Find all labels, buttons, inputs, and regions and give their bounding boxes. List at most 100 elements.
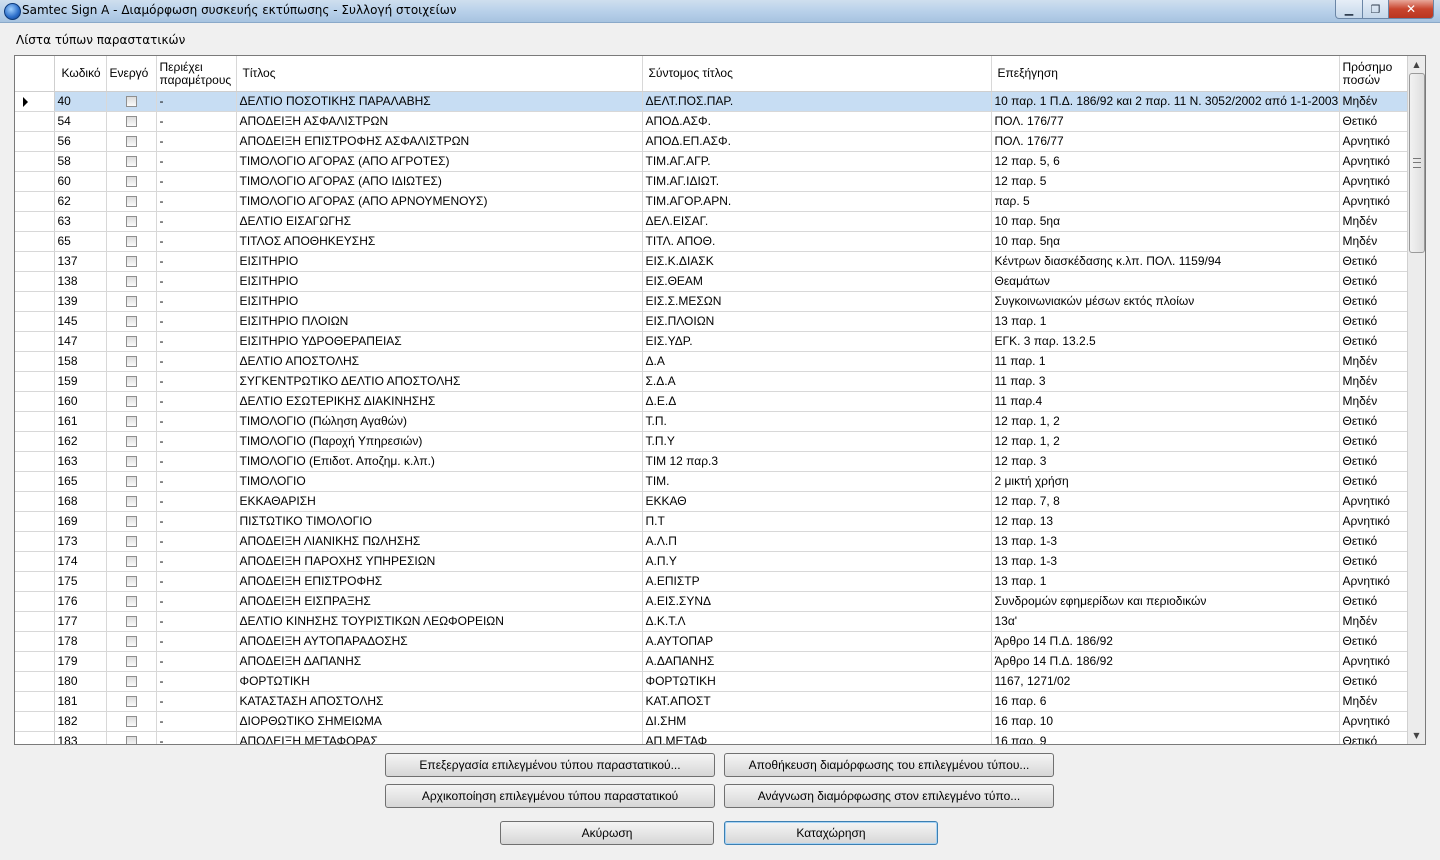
cell-code[interactable]: 177 xyxy=(54,611,107,632)
cell-title[interactable]: ΤΙΜΟΛΟΓΙΟ ΑΓΟΡΑΣ (ΑΠΟ ΑΡΝΟΥΜΕΝΟΥΣ) xyxy=(236,191,643,212)
active-checkbox[interactable] xyxy=(125,476,137,488)
cell-code[interactable]: 182 xyxy=(54,711,107,732)
active-checkbox[interactable] xyxy=(125,456,137,468)
table-row[interactable]: 175 - ΑΠΟΔΕΙΞΗ ΕΠΙΣΤΡΟΦΗΣ Α.ΕΠΙΣΤΡ 13 παρ. 1… xyxy=(15,571,1408,592)
cell-explanation[interactable]: 13 παρ. 1-3 xyxy=(991,551,1340,572)
close-button[interactable]: ✕ xyxy=(1389,0,1434,19)
cell-title[interactable]: ΕΙΣΙΤΗΡΙΟ xyxy=(236,251,643,272)
cell-active[interactable] xyxy=(106,331,157,352)
cell-params[interactable]: - xyxy=(156,491,237,512)
cell-short-title[interactable]: Α.ΕΠΙΣΤΡ xyxy=(642,571,992,592)
row-header-cell[interactable] xyxy=(15,431,55,452)
cell-title[interactable]: ΤΙΜΟΛΟΓΙΟ ΑΓΟΡΑΣ (ΑΠΟ ΙΔΙΩΤΕΣ) xyxy=(236,171,643,192)
active-checkbox[interactable] xyxy=(125,396,137,408)
cell-explanation[interactable]: 16 παρ. 9 xyxy=(991,731,1340,744)
row-header-cell[interactable] xyxy=(15,611,55,632)
cell-params[interactable]: - xyxy=(156,531,237,552)
cell-title[interactable]: ΑΠΟΔΕΙΞΗ ΑΥΤΟΠΑΡΑΔΟΣΗΣ xyxy=(236,631,643,652)
cell-explanation[interactable]: 2 μικτή χρήση xyxy=(991,471,1340,492)
cell-code[interactable]: 139 xyxy=(54,291,107,312)
cell-code[interactable]: 137 xyxy=(54,251,107,272)
active-checkbox[interactable] xyxy=(125,636,137,648)
cell-short-title[interactable]: ΕΙΣ.Κ.ΔΙΑΣΚ xyxy=(642,251,992,272)
active-checkbox[interactable] xyxy=(125,436,137,448)
cell-amount-sign[interactable]: Θετικό xyxy=(1339,111,1408,132)
cell-amount-sign[interactable]: Αρνητικό xyxy=(1339,651,1408,672)
active-checkbox[interactable] xyxy=(125,136,137,148)
row-header-cell[interactable] xyxy=(15,371,55,392)
cell-active[interactable] xyxy=(106,611,157,632)
cell-params[interactable]: - xyxy=(156,431,237,452)
table-row[interactable]: 65 - ΤΙΤΛΟΣ ΑΠΟΘΗΚΕΥΣΗΣ ΤΙΤΛ. ΑΠΟΘ. 10 παρ. … xyxy=(15,231,1408,252)
active-checkbox[interactable] xyxy=(125,376,137,388)
cell-params[interactable]: - xyxy=(156,411,237,432)
cell-params[interactable]: - xyxy=(156,191,237,212)
cell-active[interactable] xyxy=(106,231,157,252)
cell-code[interactable]: 60 xyxy=(54,171,107,192)
cell-explanation[interactable]: 12 παρ. 5 xyxy=(991,171,1340,192)
row-header-cell[interactable] xyxy=(15,131,55,152)
table-row[interactable]: 159 - ΣΥΓΚΕΝΤΡΩΤΙΚΟ ΔΕΛΤΙΟ ΑΠΟΣΤΟΛΗΣ Σ.Δ.Α 1… xyxy=(15,371,1408,392)
row-header-cell[interactable] xyxy=(15,411,55,432)
cell-params[interactable]: - xyxy=(156,291,237,312)
cell-code[interactable]: 162 xyxy=(54,431,107,452)
cell-params[interactable]: - xyxy=(156,331,237,352)
cell-explanation[interactable]: Θεαμάτων xyxy=(991,271,1340,292)
active-checkbox[interactable] xyxy=(125,656,137,668)
cell-code[interactable]: 63 xyxy=(54,211,107,232)
cell-explanation[interactable]: 11 παρ. 1 xyxy=(991,351,1340,372)
cell-active[interactable] xyxy=(106,691,157,712)
cell-active[interactable] xyxy=(106,271,157,292)
cell-code[interactable]: 176 xyxy=(54,591,107,612)
row-header-cell[interactable] xyxy=(15,271,55,292)
edit-selected-type-button[interactable]: Επεξεργασία επιλεγμένου τύπου παραστατικ… xyxy=(385,753,715,777)
cell-active[interactable] xyxy=(106,151,157,172)
row-header-cell[interactable] xyxy=(15,111,55,132)
cell-amount-sign[interactable]: Θετικό xyxy=(1339,331,1408,352)
active-checkbox[interactable] xyxy=(125,256,137,268)
cell-short-title[interactable]: ΑΠΟΔ.ΑΣΦ. xyxy=(642,111,992,132)
cell-title[interactable]: ΑΠΟΔΕΙΞΗ ΛΙΑΝΙΚΗΣ ΠΩΛΗΣΗΣ xyxy=(236,531,643,552)
cell-active[interactable] xyxy=(106,571,157,592)
cell-short-title[interactable]: Δ.Κ.Τ.Λ xyxy=(642,611,992,632)
cell-active[interactable] xyxy=(106,671,157,692)
cell-title[interactable]: ΔΕΛΤΙΟ ΠΟΣΟΤΙΚΗΣ ΠΑΡΑΛΑΒΗΣ xyxy=(236,91,643,112)
cell-amount-sign[interactable]: Αρνητικό xyxy=(1339,171,1408,192)
active-checkbox[interactable] xyxy=(125,536,137,548)
table-row[interactable]: 138 - ΕΙΣΙΤΗΡΙΟ ΕΙΣ.ΘΕΑΜ Θεαμάτων Θετικό xyxy=(15,271,1408,292)
table-row[interactable]: 58 - ΤΙΜΟΛΟΓΙΟ ΑΓΟΡΑΣ (ΑΠΟ ΑΓΡΟΤΕΣ) ΤΙΜ.ΑΓ.… xyxy=(15,151,1408,172)
active-checkbox[interactable] xyxy=(125,556,137,568)
row-header-cell[interactable] xyxy=(15,491,55,512)
cell-active[interactable] xyxy=(106,111,157,132)
cell-title[interactable]: ΣΥΓΚΕΝΤΡΩΤΙΚΟ ΔΕΛΤΙΟ ΑΠΟΣΤΟΛΗΣ xyxy=(236,371,643,392)
cell-params[interactable]: - xyxy=(156,471,237,492)
cell-active[interactable] xyxy=(106,711,157,732)
cell-title[interactable]: ΤΙΜΟΛΟΓΙΟ xyxy=(236,471,643,492)
active-checkbox[interactable] xyxy=(125,276,137,288)
column-header-explanation[interactable]: Επεξήγηση xyxy=(991,56,1340,92)
load-config-button[interactable]: Ανάγνωση διαμόρφωσης στον επιλεγμένο τύπ… xyxy=(724,784,1054,808)
row-header-cell[interactable] xyxy=(15,171,55,192)
cell-title[interactable]: ΕΙΣΙΤΗΡΙΟ ΥΔΡΟΘΕΡΑΠΕΙΑΣ xyxy=(236,331,643,352)
cell-explanation[interactable]: Συνδρομών εφημερίδων και περιοδικών xyxy=(991,591,1340,612)
row-header-cell[interactable] xyxy=(15,551,55,572)
cell-explanation[interactable]: 16 παρ. 6 xyxy=(991,691,1340,712)
row-header-cell[interactable] xyxy=(15,691,55,712)
cell-params[interactable]: - xyxy=(156,131,237,152)
column-header-code[interactable]: Κωδικό xyxy=(54,56,107,92)
cell-amount-sign[interactable]: Θετικό xyxy=(1339,471,1408,492)
scroll-down-button[interactable]: ▼ xyxy=(1408,727,1425,744)
cell-params[interactable]: - xyxy=(156,371,237,392)
cell-code[interactable]: 179 xyxy=(54,651,107,672)
cell-short-title[interactable]: ΤΙΤΛ. ΑΠΟΘ. xyxy=(642,231,992,252)
row-header-cell[interactable] xyxy=(15,671,55,692)
cell-code[interactable]: 40 xyxy=(54,91,107,112)
cell-short-title[interactable]: Τ.Π.Υ xyxy=(642,431,992,452)
row-header-cell[interactable] xyxy=(15,391,55,412)
cell-explanation[interactable]: 10 παρ. 1 Π.Δ. 186/92 και 2 παρ. 11 Ν. 3… xyxy=(991,91,1340,112)
cell-explanation[interactable]: 12 παρ. 1, 2 xyxy=(991,431,1340,452)
cell-explanation[interactable]: 12 παρ. 3 xyxy=(991,451,1340,472)
cell-active[interactable] xyxy=(106,651,157,672)
cell-active[interactable] xyxy=(106,631,157,652)
cell-short-title[interactable]: Α.ΔΑΠΑΝΗΣ xyxy=(642,651,992,672)
